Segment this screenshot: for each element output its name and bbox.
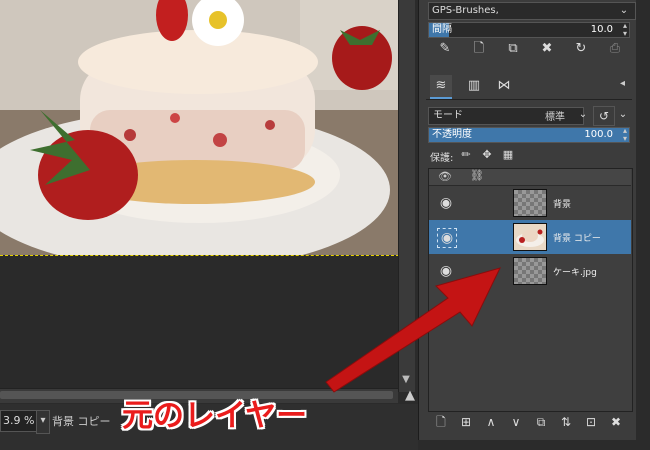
tab-menu-icon[interactable]: ◂ (620, 78, 625, 89)
delete-brush-icon[interactable]: ✖ (538, 40, 556, 58)
layer-row[interactable]: ◉ 背景 (429, 186, 631, 220)
opacity-label: 不透明度 (432, 129, 472, 140)
open-as-image-icon[interactable]: ⎙ (606, 40, 624, 58)
status-layer-name: 背景 コピー (52, 415, 111, 428)
eye-icon[interactable]: ◉ (437, 228, 457, 248)
annotation-label: 元のレイヤー (122, 398, 308, 434)
zoom-dropdown-icon[interactable]: ▾ (36, 410, 50, 434)
spacing-label: 間隔 (432, 24, 452, 35)
scroll-down-icon[interactable]: ▼ (399, 373, 413, 387)
layer-list-header (429, 169, 631, 186)
eye-icon[interactable]: ◉ (437, 194, 455, 212)
raise-layer-icon[interactable]: ∧ (482, 412, 500, 432)
tab-layers-icon[interactable]: ≋ (430, 75, 452, 99)
reset-mode-icon[interactable]: ↺ (593, 106, 615, 126)
opacity-slider[interactable]: 不透明度 100.0 ▴ ▾ (428, 127, 630, 143)
edit-brush-icon[interactable]: ✎ (436, 40, 454, 58)
spacing-value: 10.0 (590, 24, 613, 35)
duplicate-brush-icon[interactable]: ⧉ (504, 40, 522, 58)
tab-paths-icon[interactable]: ⋈ (493, 75, 515, 97)
vertical-scrollbar[interactable] (398, 0, 415, 392)
navigate-icon[interactable]: ▲ (402, 388, 418, 404)
layer-name[interactable]: ケーキ.jpg (553, 265, 597, 278)
eye-icon[interactable]: ◉ (437, 262, 455, 280)
tab-channels-icon[interactable]: ▥ (463, 75, 485, 97)
layer-row[interactable]: ◉ ケーキ.jpg (429, 254, 631, 288)
new-layer-icon[interactable]: 🗋 (432, 412, 450, 432)
mode-value[interactable]: 標準 (545, 108, 565, 123)
tabs-divider (426, 99, 632, 100)
delete-layer-icon[interactable]: ✖ (607, 412, 625, 432)
spacing-slider[interactable]: 間隔 10.0 ▴ ▾ (428, 22, 630, 38)
lock-alpha-icon[interactable]: ▦ (501, 148, 515, 162)
layer-name[interactable]: 背景 コピー (553, 231, 601, 244)
lock-label: 保護: (430, 153, 454, 164)
lower-layer-icon[interactable]: ∨ (507, 412, 525, 432)
zoom-field[interactable]: 3.9 % (0, 410, 40, 432)
lock-position-icon[interactable]: ✥ (480, 148, 494, 162)
refresh-icon[interactable]: ↻ (572, 40, 590, 58)
spin-icon[interactable]: ▴ ▾ (623, 22, 627, 38)
layer-thumbnail (513, 189, 547, 217)
canvas-image[interactable] (0, 0, 399, 256)
layer-thumbnail (513, 257, 547, 285)
cake-thumbnail-icon (516, 229, 544, 247)
spin-icon[interactable]: ▴ ▾ (623, 127, 627, 143)
anchor-layer-icon[interactable]: ⇅ (557, 412, 575, 432)
opacity-value: 100.0 (584, 129, 613, 140)
lock-pixels-icon[interactable]: ✏ (459, 148, 473, 162)
new-brush-icon[interactable]: 🗋 (470, 40, 488, 58)
new-layer-group-icon[interactable]: ⊞ (457, 412, 475, 432)
layer-row-selected[interactable]: ◉ 背景 コピー (429, 220, 631, 254)
layer-name[interactable]: 背景 (553, 197, 571, 210)
brush-selector[interactable]: GPS-Brushes, (428, 2, 636, 20)
cake-photo (0, 0, 398, 255)
chevron-down-icon[interactable]: ⌄ (615, 106, 631, 124)
chevron-down-icon[interactable]: ⌄ (576, 106, 590, 124)
chevron-down-icon[interactable]: ⌄ (617, 2, 631, 20)
layer-thumbnail (513, 223, 547, 251)
duplicate-layer-icon[interactable]: ⧉ (532, 412, 550, 432)
chain-header-icon: ⛓ (470, 169, 484, 182)
visibility-header-icon: 👁 (438, 170, 452, 183)
add-mask-icon[interactable]: ⊡ (582, 412, 600, 432)
dock-edge (636, 0, 650, 450)
